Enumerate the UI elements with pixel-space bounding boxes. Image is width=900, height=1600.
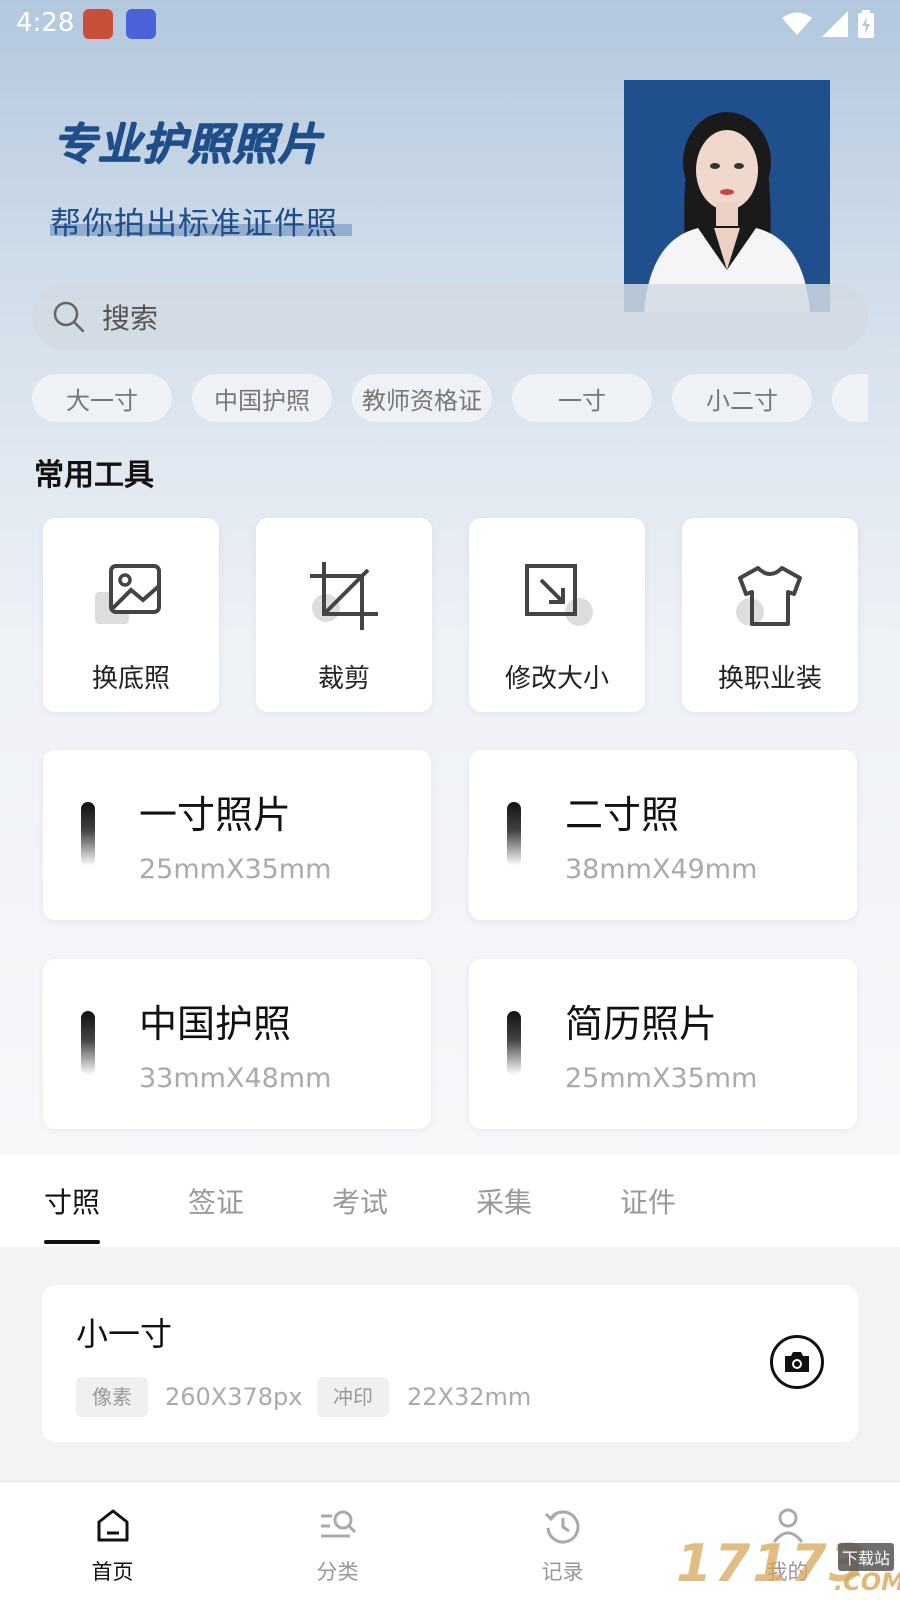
sample-id-photo <box>624 80 830 312</box>
nav-category[interactable]: 分类 <box>225 1482 450 1600</box>
chip-china-passport[interactable]: 中国护照 <box>192 374 332 422</box>
tool-label: 修改大小 <box>504 664 609 694</box>
size-name: 简历照片 <box>565 1002 718 1046</box>
size-name: 中国护照 <box>139 1002 292 1046</box>
tool-label: 换职业装 <box>717 664 822 694</box>
print-tag: 冲印 <box>317 1377 389 1417</box>
tools-section-title: 常用工具 <box>34 458 154 493</box>
shirt-icon <box>736 566 802 626</box>
status-time: 4:28 <box>16 8 75 38</box>
image-gallery-icon <box>95 564 161 624</box>
status-icons <box>782 10 874 38</box>
size-card-resume[interactable]: 简历照片 25mmX35mm <box>469 959 857 1129</box>
tool-change-background[interactable]: 换底照 <box>43 518 219 712</box>
wifi-icon <box>782 12 812 35</box>
app-notification-icon-2 <box>126 9 156 39</box>
size-indicator-bar <box>81 802 95 866</box>
photo-spec-title: 小一寸 <box>76 1315 173 1353</box>
pixel-tag: 像素 <box>76 1377 148 1417</box>
size-card-china-passport[interactable]: 中国护照 33mmX48mm <box>43 959 431 1129</box>
status-bar: 4:28 <box>0 0 900 48</box>
nav-label: 分类 <box>316 1560 359 1584</box>
crop-icon <box>310 562 378 630</box>
tab-inch-photo[interactable]: 寸照 <box>44 1181 100 1221</box>
nav-history[interactable]: 记录 <box>450 1482 675 1600</box>
app-notification-icon <box>83 9 113 39</box>
tool-label: 裁剪 <box>317 664 370 694</box>
photo-spec-card[interactable]: 小一寸 像素 260X378px 冲印 22X32mm <box>42 1285 858 1442</box>
search-placeholder: 搜索 <box>102 302 159 335</box>
home-icon <box>97 1509 128 1542</box>
size-dimensions: 33mmX48mm <box>139 1063 332 1094</box>
resize-icon <box>525 564 593 626</box>
size-dimensions: 25mmX35mm <box>139 854 332 885</box>
tab-exam[interactable]: 考试 <box>332 1181 388 1221</box>
chip-teacher-cert[interactable]: 教师资格证 <box>352 374 492 422</box>
size-indicator-bar <box>507 1011 521 1075</box>
tool-resize[interactable]: 修改大小 <box>469 518 645 712</box>
size-dimensions: 38mmX49mm <box>565 854 758 885</box>
nav-home[interactable]: 首页 <box>0 1482 225 1600</box>
tab-collection[interactable]: 采集 <box>476 1181 532 1221</box>
size-indicator-bar <box>507 802 521 866</box>
size-name: 一寸照片 <box>139 793 292 837</box>
camera-button[interactable] <box>770 1335 824 1389</box>
battery-icon <box>858 10 874 38</box>
quick-chips: 大一寸 中国护照 教师资格证 一寸 小二寸 <box>32 374 868 422</box>
size-name: 二寸照 <box>565 793 680 837</box>
search-icon <box>53 301 85 333</box>
signal-icon <box>822 11 848 37</box>
active-tab-indicator <box>44 1240 100 1244</box>
category-tabs: 寸照 签证 考试 采集 证件 <box>0 1155 900 1247</box>
tab-visa[interactable]: 签证 <box>188 1181 244 1221</box>
hero-subtitle: 帮你拍出标准证件照 <box>50 206 338 242</box>
size-dimensions: 25mmX35mm <box>565 1063 758 1094</box>
chip-one-inch[interactable]: 一寸 <box>512 374 652 422</box>
tab-certificate[interactable]: 证件 <box>620 1181 676 1221</box>
size-card-two-inch[interactable]: 二寸照 38mmX49mm <box>469 750 857 920</box>
history-icon <box>544 1510 579 1544</box>
tool-change-outfit[interactable]: 换职业装 <box>682 518 858 712</box>
nav-label: 首页 <box>91 1560 134 1584</box>
chip-more[interactable] <box>832 374 868 422</box>
pixel-value: 260X378px <box>165 1383 303 1411</box>
search-bar[interactable]: 搜索 <box>32 284 868 350</box>
tool-label: 换底照 <box>91 664 170 694</box>
chip-small-two-inch[interactable]: 小二寸 <box>672 374 812 422</box>
category-search-icon <box>320 1510 356 1538</box>
size-indicator-bar <box>81 1011 95 1075</box>
watermark-badge: 下载站 <box>838 1543 895 1571</box>
watermark-suffix: .COM <box>834 1568 900 1596</box>
tool-crop[interactable]: 裁剪 <box>256 518 432 712</box>
hero-title: 专业护照照片 <box>52 119 322 170</box>
nav-label: 记录 <box>541 1560 584 1584</box>
chip-large-one-inch[interactable]: 大一寸 <box>32 374 172 422</box>
camera-icon <box>785 1352 809 1372</box>
print-value: 22X32mm <box>407 1383 532 1411</box>
size-card-one-inch[interactable]: 一寸照片 25mmX35mm <box>43 750 431 920</box>
